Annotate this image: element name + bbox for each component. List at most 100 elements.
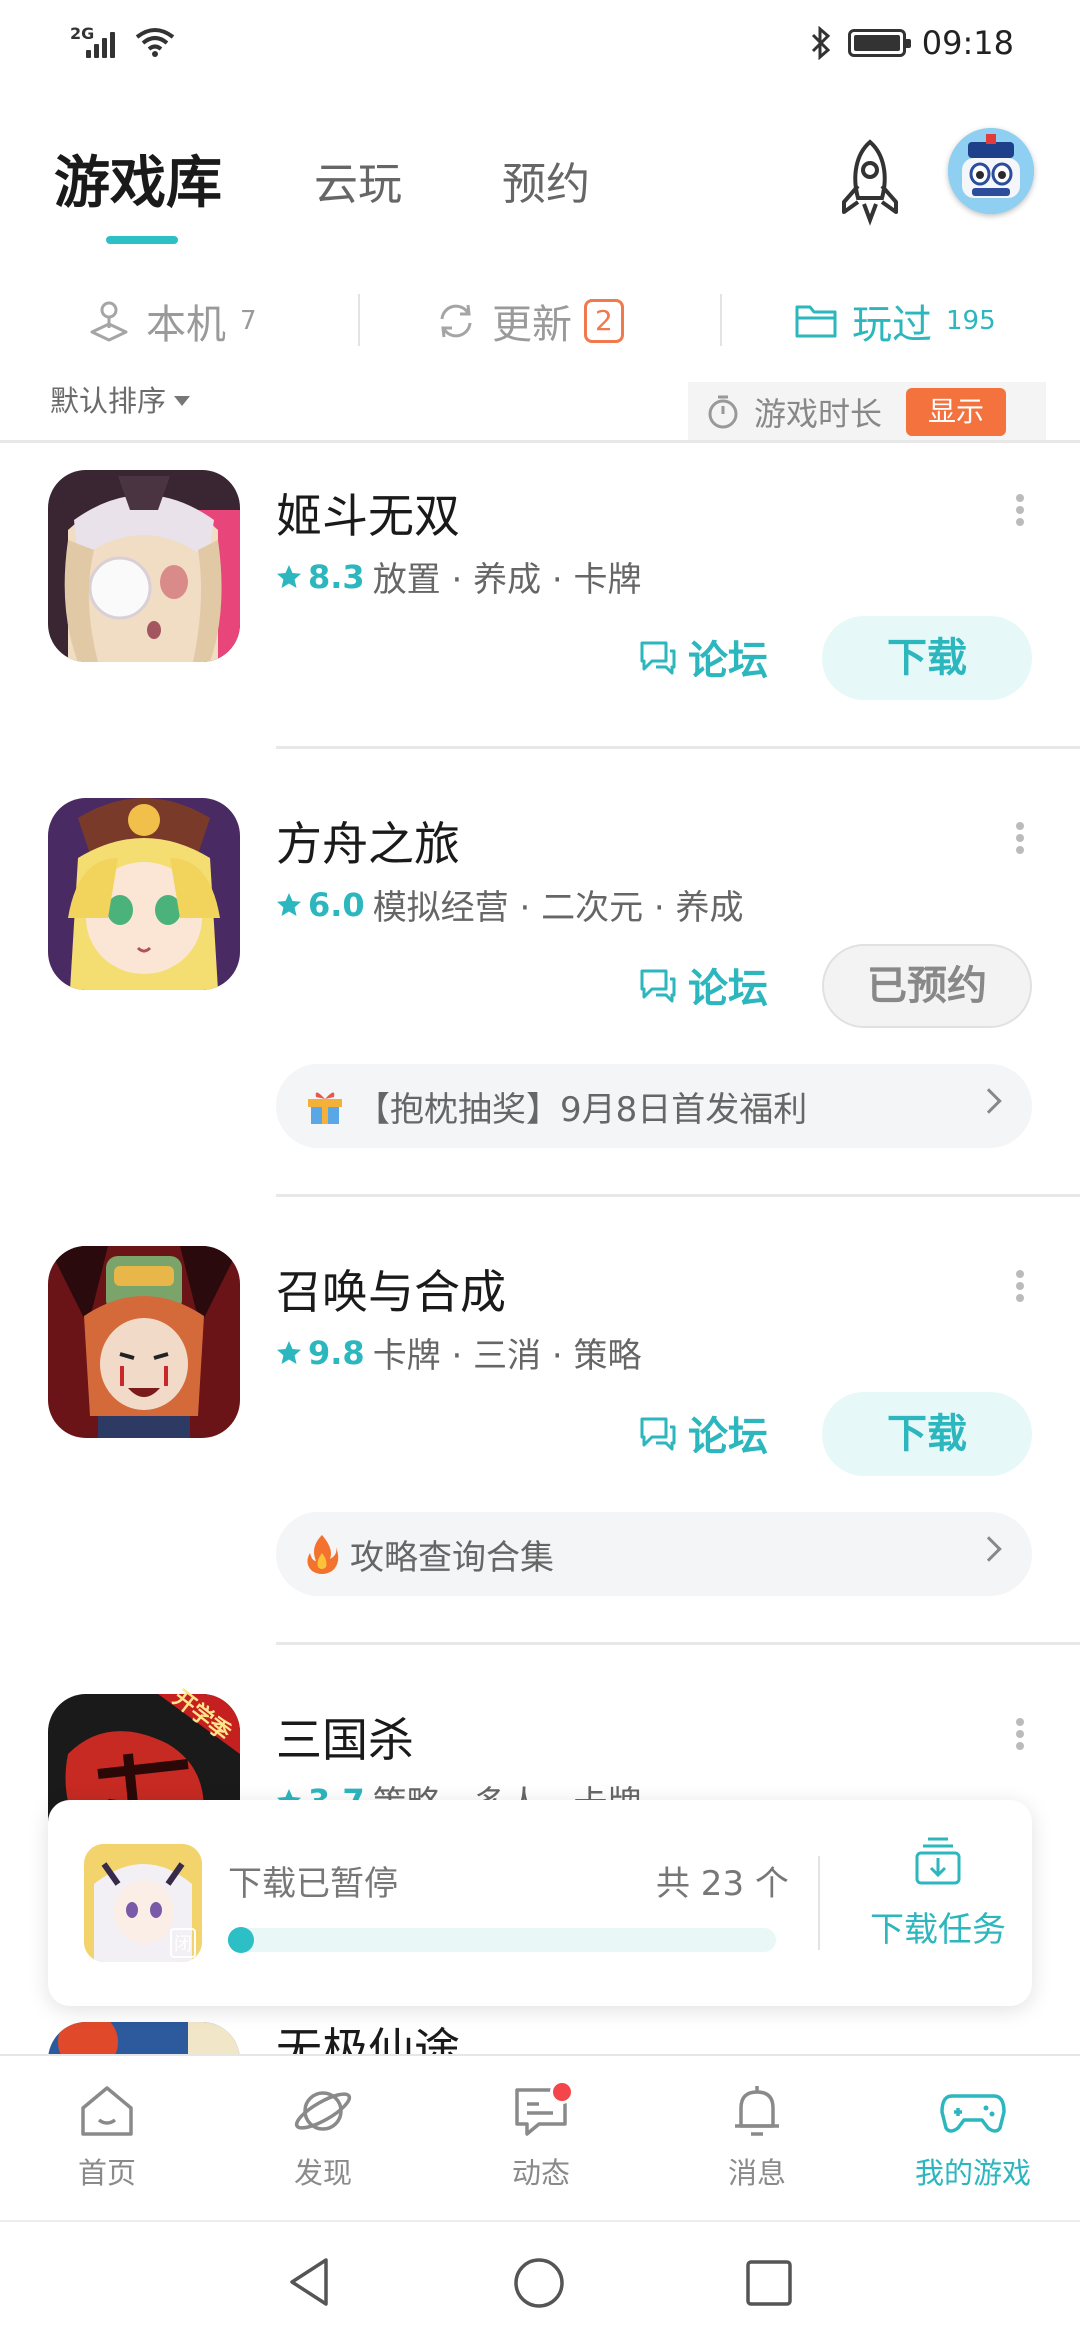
nav-discover[interactable]: 发现 (248, 2082, 398, 2192)
folder-icon (795, 305, 837, 338)
refresh-icon (440, 304, 472, 338)
chevron-right-icon (976, 1536, 1002, 1562)
download-tasks-button[interactable]: 下载任务 (854, 1836, 1022, 1951)
reserved-button[interactable]: 已预约 (822, 944, 1032, 1028)
more-options-icon[interactable] (1016, 1714, 1026, 1754)
star-icon (277, 892, 301, 916)
more-options-icon[interactable] (1016, 1266, 1026, 1306)
more-options-icon[interactable] (1016, 818, 1026, 858)
download-divider (818, 1856, 820, 1950)
filter-row: 本机 7 更新 2 玩过 195 (0, 280, 1080, 362)
nav-feed-label: 动态 (511, 2156, 570, 2190)
download-tasks-label: 下载任务 (870, 1910, 1006, 1950)
game-icon-image (48, 470, 240, 662)
promo-text: 【抱枕抽奖】9月8日首发福利 (356, 1089, 808, 1130)
show-playtime-button[interactable]: 显示 (906, 388, 1007, 436)
filter-played-count: 195 (946, 306, 996, 336)
game-rating: 9.8 (276, 1334, 365, 1372)
rating-value: 6.0 (308, 885, 365, 924)
rocket-icon[interactable] (832, 136, 908, 226)
network-type: 2G (70, 24, 95, 43)
download-count: 共 23 个 (656, 1864, 789, 1904)
nav-messages-label: 消息 (727, 2156, 786, 2190)
filter-local[interactable]: 本机 7 (86, 292, 257, 350)
item-divider (276, 1194, 1080, 1197)
download-status-bar[interactable]: 闭 下载已暂停 共 23 个 下载任务 (48, 1800, 1032, 2006)
update-count-badge: 2 (584, 299, 624, 343)
nav-my-games[interactable]: 我的游戏 (898, 2082, 1048, 2192)
nav-my-games-label: 我的游戏 (914, 2156, 1031, 2190)
item-divider (276, 746, 1080, 749)
game-tags: 放置 · 养成 · 卡牌 (372, 560, 642, 600)
sort-dropdown[interactable]: 默认排序 (50, 378, 191, 420)
promo-banner[interactable]: 攻略查询合集 (276, 1512, 1032, 1596)
download-thumbnail: 闭 (84, 1844, 202, 1962)
game-title[interactable]: 姬斗无双 (276, 480, 460, 546)
clock: 09:18 (921, 24, 1014, 62)
download-button[interactable]: 下载 (822, 616, 1032, 700)
filter-update[interactable]: 更新 2 (434, 292, 624, 350)
rating-value: 8.3 (308, 557, 365, 596)
bell-icon (735, 2086, 779, 2136)
game-icon[interactable] (48, 470, 240, 662)
nav-discover-label: 发现 (293, 2156, 352, 2190)
game-icon-image (48, 798, 240, 990)
status-bar: 2G 09:18 (0, 0, 1080, 90)
star-icon (277, 1340, 301, 1364)
game-title[interactable]: 三国杀 (276, 1704, 414, 1770)
nav-feed[interactable]: 动态 (466, 2080, 616, 2192)
paused-badge: 闭 (170, 1928, 196, 1958)
notification-dot (550, 2080, 574, 2104)
caret-down-icon (174, 396, 191, 406)
back-icon[interactable] (286, 2256, 334, 2308)
sort-row: 默认排序 游戏时长 显示 (0, 370, 1080, 442)
playtime-label: 游戏时长 (754, 395, 883, 433)
download-status-text: 下载已暂停 (228, 1864, 398, 1904)
forum-button[interactable]: 论坛 (638, 956, 768, 1014)
game-rating: 6.0 (276, 886, 365, 924)
wifi-icon (135, 28, 175, 57)
tab-game-library[interactable]: 游戏库 (54, 138, 222, 219)
download-tray-icon (915, 1837, 961, 1885)
forum-label: 论坛 (688, 966, 768, 1012)
game-title[interactable]: 召唤与合成 (276, 1256, 506, 1322)
filter-divider (358, 294, 360, 346)
user-avatar[interactable] (948, 128, 1034, 214)
game-rating: 8.3 (276, 558, 365, 596)
chevron-right-icon (976, 1088, 1002, 1114)
game-icon[interactable] (48, 1246, 240, 1438)
filter-local-count: 7 (240, 306, 257, 336)
forum-label: 论坛 (688, 1414, 768, 1460)
nav-home-label: 首页 (77, 2156, 136, 2190)
recents-icon[interactable] (744, 2258, 794, 2308)
filter-played[interactable]: 玩过 195 (794, 292, 996, 350)
home-circle-icon[interactable] (512, 2256, 566, 2310)
gift-icon (308, 1092, 342, 1124)
battery-icon (847, 29, 911, 57)
game-title[interactable]: 方舟之旅 (276, 808, 460, 874)
nav-home[interactable]: 首页 (32, 2082, 182, 2192)
timer-icon (708, 395, 738, 429)
home-icon (81, 2086, 133, 2136)
system-nav-bar (0, 2220, 1080, 2340)
item-divider (276, 1642, 1080, 1645)
game-icon[interactable] (48, 798, 240, 990)
promo-banner[interactable]: 【抱枕抽奖】9月8日首发福利 (276, 1064, 1032, 1148)
more-options-icon[interactable] (1016, 490, 1026, 530)
joystick-icon (90, 301, 128, 342)
tab-cloud-play[interactable]: 云玩 (314, 148, 402, 212)
forum-button[interactable]: 论坛 (638, 628, 768, 686)
chat-icon (640, 1417, 676, 1451)
filter-divider (720, 294, 722, 346)
nav-messages[interactable]: 消息 (682, 2082, 832, 2192)
tab-reservation[interactable]: 预约 (502, 148, 590, 212)
fire-icon (307, 1535, 339, 1574)
download-progress-knob (228, 1927, 254, 1953)
forum-button[interactable]: 论坛 (638, 1404, 768, 1462)
bluetooth-icon (811, 26, 830, 60)
chat-icon (640, 641, 676, 675)
status-left: 2G (70, 24, 175, 58)
game-icon-image (48, 1246, 240, 1438)
game-tags: 卡牌 · 三消 · 策略 (372, 1336, 642, 1376)
download-button[interactable]: 下载 (822, 1392, 1032, 1476)
